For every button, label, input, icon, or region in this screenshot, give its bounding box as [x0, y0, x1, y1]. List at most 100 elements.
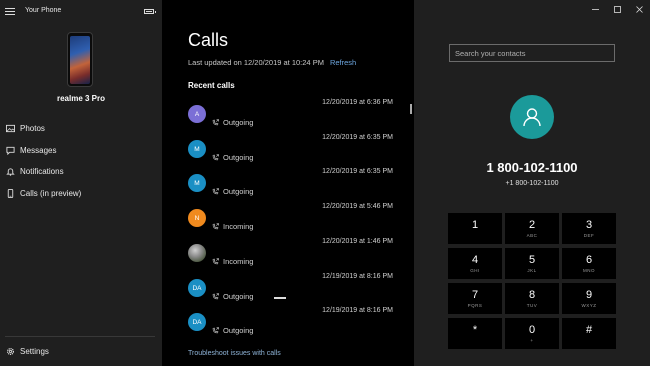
- call-direction-label: Outgoing: [223, 118, 254, 127]
- call-direction-label: Outgoing: [223, 292, 254, 301]
- dial-key[interactable]: #: [562, 318, 616, 349]
- caller-avatar: N: [188, 209, 206, 227]
- troubleshoot-link[interactable]: Troubleshoot issues with calls: [188, 350, 281, 357]
- recent-calls-heading: Recent calls: [188, 81, 235, 90]
- dial-key-digit: 4: [471, 253, 479, 266]
- contact-sub-number: +1 800-102-1100: [505, 180, 559, 187]
- nav-item-label: Calls (in preview): [20, 189, 82, 199]
- phone-wallpaper: [70, 36, 90, 84]
- dial-key-letters: PQRS: [467, 302, 483, 308]
- nav-item-messages[interactable]: Messages: [0, 140, 162, 162]
- dial-key[interactable]: 3 DEF: [562, 213, 616, 244]
- call-row[interactable]: Incoming 12/20/2019 at 1:46 PM: [188, 238, 393, 268]
- battery-icon: [144, 9, 156, 14]
- call-row[interactable]: M Outgoing 12/20/2019 at 6:35 PM: [188, 168, 393, 198]
- call-direction: Outgoing: [212, 292, 253, 301]
- call-direction-icon: [212, 293, 219, 300]
- caller-avatar: M: [188, 140, 206, 158]
- divider: [5, 336, 155, 337]
- dial-key-digit: 3: [585, 218, 593, 231]
- minimize-icon: [591, 8, 599, 10]
- call-row[interactable]: M Outgoing 12/20/2019 at 6:35 PM: [188, 134, 393, 164]
- nav-item-label: Messages: [20, 145, 57, 155]
- dial-key[interactable]: 0 +: [505, 318, 559, 349]
- dial-key-digit: 9: [585, 288, 593, 301]
- dial-key-digit: 6: [585, 253, 593, 266]
- call-direction-icon: [212, 327, 219, 334]
- dial-key[interactable]: 5 JKL: [505, 248, 559, 279]
- call-direction-label: Outgoing: [223, 326, 254, 335]
- caller-avatar: [188, 244, 206, 262]
- photos-icon: [5, 124, 16, 134]
- caller-avatar: M: [188, 174, 206, 192]
- nav-item-notifications[interactable]: Notifications: [0, 161, 162, 183]
- phone-image: [67, 32, 93, 87]
- gear-icon: [5, 346, 16, 356]
- caller-avatar: A: [188, 105, 206, 123]
- call-direction: Outgoing: [212, 326, 253, 335]
- dial-key-letters: ABC: [526, 232, 538, 238]
- hamburger-menu-icon[interactable]: [5, 8, 15, 15]
- messages-icon: [5, 145, 16, 155]
- call-time: 12/20/2019 at 1:46 PM: [322, 238, 393, 245]
- caller-avatar: DA: [188, 279, 206, 297]
- dial-key[interactable]: 7 PQRS: [448, 283, 502, 314]
- search-contacts-input[interactable]: [449, 44, 615, 62]
- call-time: 12/20/2019 at 6:35 PM: [322, 134, 393, 141]
- dial-key-digit: *: [472, 323, 478, 336]
- caller-avatar: DA: [188, 313, 206, 331]
- nav-item-calls[interactable]: Calls (in preview): [0, 183, 162, 205]
- call-row[interactable]: A Outgoing 12/20/2019 at 6:36 PM: [188, 99, 393, 129]
- call-time: 12/19/2019 at 8:16 PM: [322, 307, 393, 314]
- call-row[interactable]: N Incoming 12/20/2019 at 5:46 PM: [188, 203, 393, 233]
- call-row[interactable]: DA Outgoing 12/19/2019 at 8:16 PM: [188, 273, 393, 303]
- person-icon: [523, 108, 541, 127]
- call-time: 12/20/2019 at 6:35 PM: [322, 168, 393, 175]
- call-time: 12/20/2019 at 6:36 PM: [322, 99, 393, 106]
- call-direction-icon: [212, 154, 219, 161]
- drag-handle[interactable]: [274, 297, 286, 299]
- dialer-panel: 1 800-102-1100 +1 800-102-1100 12ABC3DEF…: [414, 0, 650, 366]
- dial-key-digit: 5: [528, 253, 536, 266]
- contact-number: 1 800-102-1100: [486, 160, 578, 175]
- call-direction-label: Incoming: [223, 257, 254, 266]
- call-direction: Outgoing: [212, 187, 253, 196]
- call-direction-label: Outgoing: [223, 187, 254, 196]
- dial-key[interactable]: 4 GHI: [448, 248, 502, 279]
- dial-key[interactable]: 1: [448, 213, 502, 244]
- call-direction-icon: [212, 119, 219, 126]
- dial-key-digit: 1: [471, 218, 479, 231]
- dial-key[interactable]: 6 MNO: [562, 248, 616, 279]
- app-title: Your Phone: [25, 7, 62, 14]
- nav-item-photos[interactable]: Photos: [0, 118, 162, 140]
- call-row[interactable]: DA Outgoing 12/19/2019 at 8:16 PM: [188, 307, 393, 337]
- dial-key[interactable]: 2 ABC: [505, 213, 559, 244]
- device-name: realme 3 Pro: [56, 94, 106, 103]
- call-direction-icon: [212, 188, 219, 195]
- call-direction-label: Incoming: [223, 222, 254, 231]
- bell-icon: [5, 167, 16, 177]
- call-direction: Incoming: [212, 222, 253, 231]
- calls-panel: Calls Last updated on 12/20/2019 at 10:2…: [162, 0, 414, 366]
- call-time: 12/20/2019 at 5:46 PM: [322, 203, 393, 210]
- dial-key[interactable]: *: [448, 318, 502, 349]
- nav-list: Photos Messages Notifications Calls (in …: [0, 118, 162, 204]
- dial-key-letters: WXYZ: [581, 302, 597, 308]
- dial-key-letters: TUV: [526, 302, 538, 308]
- minimize-button[interactable]: [584, 0, 606, 18]
- dial-key-digit: 7: [471, 288, 479, 301]
- maximize-icon: [613, 5, 621, 13]
- dial-key[interactable]: 8 TUV: [505, 283, 559, 314]
- close-button[interactable]: [628, 0, 650, 18]
- scrollbar[interactable]: [410, 104, 412, 114]
- call-direction-label: Outgoing: [223, 153, 254, 162]
- dial-key-letters: DEF: [583, 232, 595, 238]
- dial-key[interactable]: 9 WXYZ: [562, 283, 616, 314]
- close-icon: [635, 5, 643, 13]
- refresh-link[interactable]: Refresh: [330, 58, 356, 67]
- maximize-button[interactable]: [606, 0, 628, 18]
- settings-button[interactable]: Settings: [5, 346, 49, 356]
- nav-item-label: Notifications: [20, 167, 64, 177]
- last-updated: Last updated on 12/20/2019 at 10:24 PM Re…: [188, 58, 356, 67]
- dial-key-letters: GHI: [470, 267, 480, 273]
